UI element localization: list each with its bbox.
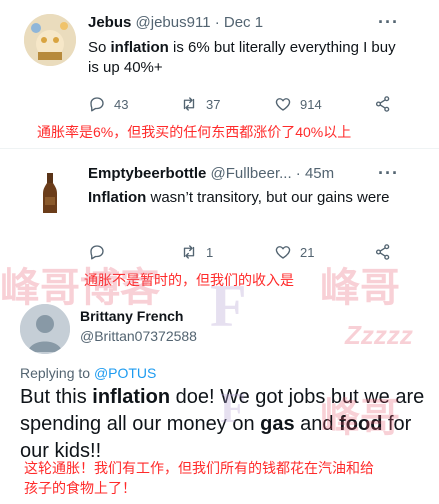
retweet-count: 37 [206,96,221,112]
heart-icon [275,246,291,259]
share-button[interactable] [374,243,400,261]
display-name[interactable]: Jebus [88,14,131,31]
default-avatar-icon [20,304,70,354]
mention-link[interactable]: @POTUS [94,365,156,381]
replying-to: Replying to @POTUS [20,365,156,381]
tweet-emptybeerbottle[interactable]: Emptybeerbottle @Fullbeer... · 45m ··· I… [0,155,439,267]
tweet-actions: 43 37 914 [88,95,398,115]
caption-translation-3: 这轮通胀！我们有工作，但我们所有的钱都花在汽油和给 孩子的食物上了！ [24,458,374,498]
timestamp[interactable]: 45m [305,165,334,182]
text-bold: inflation [92,386,171,408]
like-count: 21 [300,244,315,260]
retweet-count: 1 [206,244,214,260]
reply-count: 43 [114,96,129,112]
reply-button[interactable] [88,243,114,261]
separator-dot: · [295,165,301,182]
caption-translation-2: 通胀不是暂时的，但我们的收入是 [84,272,294,288]
avatar[interactable] [20,304,70,354]
share-icon [375,244,390,260]
replying-prefix: Replying to [20,365,94,381]
caption-line: 这轮通胀！我们有工作，但我们所有的钱都花在汽油和给 [24,460,374,476]
heart-icon [275,98,291,111]
reply-icon [90,97,104,112]
retweet-button[interactable]: 37 [180,95,220,113]
user-handle[interactable]: @Fullbeer... [211,165,292,182]
tweet-text: Inflation wasn’t transitory, but our gai… [88,188,408,208]
share-button[interactable] [374,95,400,113]
text-bold: Inflation [88,189,147,206]
display-name[interactable]: Brittany French [80,308,183,324]
avatar-image [24,14,76,66]
text-bold: gas [260,413,295,435]
user-handle[interactable]: @jebus911 [136,14,211,31]
text-bold: food [339,413,383,435]
separator-dot: · [214,14,220,31]
text-bold: inflation [110,39,169,56]
display-name[interactable]: Emptybeerbottle [88,165,206,182]
like-count: 914 [300,96,322,112]
text-part: But this [20,386,93,408]
caption-translation-1: 通胀率是6%，但我买的任何东西都涨价了40%以上 [37,124,352,140]
retweet-button[interactable]: 1 [180,243,213,261]
user-handle[interactable]: @Brittan07372588 [80,328,197,344]
tweet-text: But this inflation doe! We got jobs but … [20,384,430,465]
tweet-actions: 1 21 [88,243,398,263]
caption-line: 孩子的食物上了！ [24,480,136,496]
tweet-jebus[interactable]: Jebus @jebus911 · Dec 1 ··· So inflation… [0,0,439,124]
text-suffix: wasn’t transitory, but our gains were [146,189,390,206]
text-part: and [294,413,340,435]
tweet-header: Jebus @jebus911 · Dec 1 [88,14,263,31]
reply-icon [90,245,104,260]
retweet-icon [183,97,195,111]
like-button[interactable]: 914 [274,95,322,113]
tweet-header: Emptybeerbottle @Fullbeer... · 45m [88,165,334,182]
retweet-icon [183,245,195,259]
tweet-text: So inflation is 6% but literally everyth… [88,38,408,78]
reply-button[interactable]: 43 [88,95,128,113]
share-icon [375,96,390,112]
timestamp[interactable]: Dec 1 [224,14,263,31]
more-icon[interactable]: ··· [378,163,399,184]
avatar[interactable] [24,167,76,219]
text-prefix: So [88,39,111,56]
divider [0,148,439,149]
avatar[interactable] [24,14,76,66]
more-icon[interactable]: ··· [378,12,399,33]
beer-bottle-icon [24,167,76,219]
like-button[interactable]: 21 [274,243,314,261]
